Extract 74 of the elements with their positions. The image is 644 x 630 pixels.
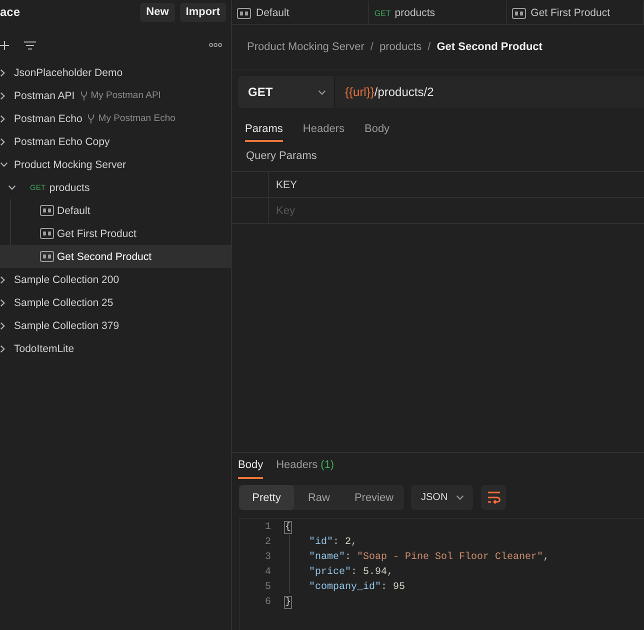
- request-tab[interactable]: GET products: [369, 0, 507, 24]
- import-button[interactable]: Import: [180, 2, 226, 22]
- response-tab[interactable]: Headers (1): [276, 453, 334, 479]
- request-section-tab[interactable]: Headers: [302, 117, 344, 142]
- code-line: "company_id": 95: [308, 582, 406, 593]
- request-tab[interactable]: Default: [232, 0, 370, 24]
- tree-item[interactable]: Sample Collection 25: [0, 291, 231, 314]
- card-icon: [40, 251, 54, 262]
- view-mode-button[interactable]: Raw: [294, 485, 344, 510]
- tree-item[interactable]: Get First Product: [0, 222, 231, 245]
- url-field[interactable]: {{url}}/products/2: [334, 76, 644, 108]
- chevron-down-icon[interactable]: [456, 495, 464, 500]
- card-icon: [40, 228, 54, 239]
- chevron-right-icon[interactable]: [0, 114, 5, 122]
- tree-item[interactable]: Postman Echo My Postman Echo: [0, 107, 231, 130]
- method-select[interactable]: GET: [238, 76, 334, 108]
- breadcrumb-separator: /: [428, 41, 431, 53]
- fork-icon: [80, 90, 88, 100]
- request-section-tab[interactable]: Params: [245, 117, 283, 142]
- code-line: }: [285, 597, 292, 608]
- plus-icon[interactable]: [0, 40, 9, 50]
- line-number: 5: [264, 582, 271, 593]
- more-icon[interactable]: [209, 43, 222, 47]
- filter-icon[interactable]: [24, 40, 36, 50]
- workspace-title: ace: [0, 5, 22, 19]
- tree-item[interactable]: Postman API My Postman API: [0, 84, 231, 107]
- new-button[interactable]: New: [140, 2, 175, 22]
- chevron-right-icon[interactable]: [0, 344, 5, 352]
- chevron-right-icon[interactable]: [0, 138, 5, 146]
- line-number: 1: [264, 522, 271, 533]
- wrap-button[interactable]: [481, 485, 506, 510]
- chevron-down-icon[interactable]: [8, 185, 16, 190]
- card-icon: [237, 8, 251, 18]
- breadcrumb-separator: /: [370, 41, 374, 53]
- card-icon: [512, 8, 526, 18]
- chevron-down-icon[interactable]: [0, 162, 8, 167]
- chevron-down-icon[interactable]: [318, 90, 326, 94]
- tree-item[interactable]: Get Second Product: [0, 245, 231, 268]
- line-number: 3: [264, 552, 271, 563]
- tree-item[interactable]: JsonPlaceholder Demo: [0, 61, 231, 84]
- chevron-right-icon[interactable]: [0, 276, 5, 284]
- column-header: KEY: [268, 172, 644, 198]
- chevron-right-icon[interactable]: [0, 322, 5, 330]
- request-name: Get Second Product: [436, 41, 542, 53]
- fork-icon: [87, 114, 96, 124]
- tree-item[interactable]: TodoItemLite: [0, 337, 231, 360]
- chevron-right-icon[interactable]: [0, 68, 5, 76]
- card-icon: [40, 205, 54, 216]
- fork-label: My Postman API: [90, 90, 161, 101]
- code-line: "name": "Soap - Pine Sol Floor Cleaner",: [308, 552, 550, 563]
- breadcrumb-link[interactable]: products: [379, 41, 422, 53]
- line-number: 2: [264, 537, 271, 548]
- fork-label: My Postman Echo: [98, 113, 176, 124]
- code-line: {: [285, 522, 292, 533]
- view-mode-button[interactable]: Pretty: [239, 485, 294, 510]
- tree-item[interactable]: Default: [0, 199, 231, 222]
- section-title: Query Params: [245, 149, 318, 164]
- wrap-lines-icon: [486, 491, 500, 504]
- tree-item[interactable]: Postman Echo Copy: [0, 130, 231, 153]
- format-select[interactable]: JSON: [411, 485, 473, 510]
- code-line: "price": 5.94,: [308, 567, 394, 578]
- chevron-right-icon[interactable]: [0, 92, 5, 100]
- tree-item[interactable]: Product Mocking Server: [0, 153, 231, 176]
- breadcrumb-link[interactable]: Product Mocking Server: [247, 41, 364, 53]
- request-tab[interactable]: Get First Product: [506, 0, 644, 24]
- request-section-tab[interactable]: Body: [364, 117, 390, 142]
- line-number: 6: [264, 597, 271, 608]
- response-tab[interactable]: Body: [238, 453, 264, 479]
- line-number: 4: [264, 567, 271, 578]
- tree-item[interactable]: Sample Collection 200: [0, 268, 231, 291]
- code-line: "id": 2,: [308, 537, 358, 548]
- tree-item[interactable]: Sample Collection 379: [0, 314, 231, 337]
- view-mode-button[interactable]: Preview: [344, 485, 404, 510]
- chevron-right-icon[interactable]: [0, 298, 5, 306]
